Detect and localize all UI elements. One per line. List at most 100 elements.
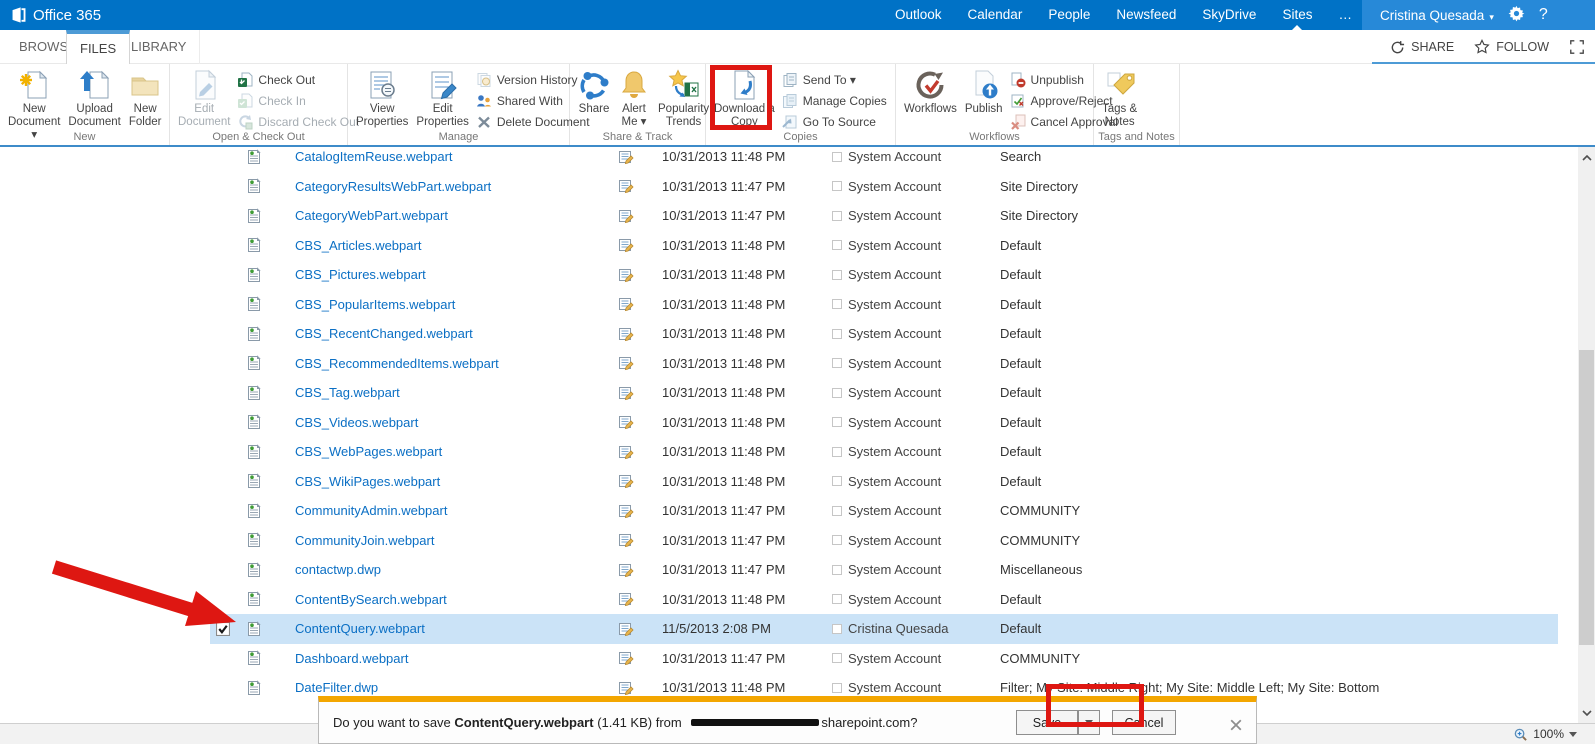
file-name-link[interactable]: Dashboard.webpart xyxy=(295,651,408,666)
file-name-link[interactable]: CBS_RecommendedItems.webpart xyxy=(295,356,499,371)
file-name-link[interactable]: ContentQuery.webpart xyxy=(295,621,425,636)
share-action[interactable]: SHARE xyxy=(1390,40,1454,55)
tags-notes-button[interactable]: Tags & Notes xyxy=(1098,66,1141,129)
suite-nav-calendar[interactable]: Calendar xyxy=(968,0,1023,30)
modified-date: 10/31/2013 11:48 PM xyxy=(662,680,786,696)
suite-nav-skydrive[interactable]: SkyDrive xyxy=(1202,0,1256,30)
vertical-scrollbar[interactable] xyxy=(1578,147,1595,723)
file-row[interactable]: CatalogItemReuse.webpart 10/31/2013 11:4… xyxy=(210,147,1558,172)
file-name-link[interactable]: CBS_Videos.webpart xyxy=(295,415,418,430)
button-label: Popularity Trends xyxy=(658,103,710,128)
file-row[interactable]: CBS_PopularItems.webpart 10/31/2013 11:4… xyxy=(210,290,1558,320)
gear-icon[interactable] xyxy=(1508,5,1525,25)
file-name-link[interactable]: CBS_PopularItems.webpart xyxy=(295,297,455,312)
manage-copies-button[interactable]: Manage Copies xyxy=(779,92,890,110)
compliance-icon xyxy=(618,414,636,430)
file-row[interactable]: CBS_RecommendedItems.webpart 10/31/2013 … xyxy=(210,349,1558,379)
workflows-button[interactable]: Workflows xyxy=(900,66,961,116)
go-to-source-button[interactable]: Go To Source xyxy=(779,113,890,131)
file-name-link[interactable]: ContentBySearch.webpart xyxy=(295,592,447,607)
view-properties-button[interactable]: View Properties xyxy=(352,66,412,129)
modified-date: 10/31/2013 11:48 PM xyxy=(662,355,786,371)
file-row[interactable]: CBS_Videos.webpart 10/31/2013 11:48 PM S… xyxy=(210,408,1558,438)
download-a-copy-button[interactable]: Download a Copy xyxy=(710,66,779,129)
file-name-link[interactable]: DateFilter.dwp xyxy=(295,680,378,695)
office365-brand[interactable]: Office 365 xyxy=(10,6,101,24)
cancel-button[interactable]: Cancel xyxy=(1112,710,1176,735)
follow-action[interactable]: FOLLOW xyxy=(1474,39,1549,55)
file-row[interactable]: CBS_Tag.webpart 10/31/2013 11:48 PM Syst… xyxy=(210,378,1558,408)
share-button[interactable]: Share xyxy=(574,66,614,116)
file-name-link[interactable]: CBS_WebPages.webpart xyxy=(295,444,442,459)
file-name-link[interactable]: CommunityAdmin.webpart xyxy=(295,503,447,518)
file-row[interactable]: CBS_RecentChanged.webpart 10/31/2013 11:… xyxy=(210,319,1558,349)
send-to-button[interactable]: Send To ▾ xyxy=(779,71,890,89)
file-name-link[interactable]: CBS_WikiPages.webpart xyxy=(295,474,440,489)
file-row[interactable]: CategoryResultsWebPart.webpart 10/31/201… xyxy=(210,172,1558,202)
file-row[interactable]: ContentBySearch.webpart 10/31/2013 11:48… xyxy=(210,585,1558,615)
scroll-down-icon[interactable] xyxy=(1578,704,1595,721)
save-options-caret[interactable] xyxy=(1078,710,1100,735)
suite-nav-newsfeed[interactable]: Newsfeed xyxy=(1116,0,1176,30)
file-name-link[interactable]: CBS_RecentChanged.webpart xyxy=(295,326,473,341)
edit-document-button[interactable]: Edit Document xyxy=(174,66,234,129)
checkbox-unchecked-icon xyxy=(832,299,842,310)
file-name-link[interactable]: CategoryWebPart.webpart xyxy=(295,208,448,223)
follow-star-icon xyxy=(1474,39,1490,54)
file-name-link[interactable]: CBS_Pictures.webpart xyxy=(295,267,426,282)
file-name-link[interactable]: CBS_Articles.webpart xyxy=(295,238,421,253)
file-row[interactable]: CBS_Pictures.webpart 10/31/2013 11:48 PM… xyxy=(210,260,1558,290)
scrollbar-thumb[interactable] xyxy=(1579,350,1594,645)
file-row[interactable]: CommunityAdmin.webpart 10/31/2013 11:47 … xyxy=(210,496,1558,526)
edit-properties-button[interactable]: Edit Properties xyxy=(412,66,472,129)
file-name-link[interactable]: CatalogItemReuse.webpart xyxy=(295,149,453,164)
publish-button[interactable]: Publish xyxy=(961,66,1007,116)
file-name-link[interactable]: contactwp.dwp xyxy=(295,562,381,577)
file-row[interactable]: CategoryWebPart.webpart 10/31/2013 11:47… xyxy=(210,201,1558,231)
file-row[interactable]: CBS_WebPages.webpart 10/31/2013 11:48 PM… xyxy=(210,437,1558,467)
alert-me-button[interactable]: Alert Me ▾ xyxy=(614,66,654,129)
scroll-up-icon[interactable] xyxy=(1578,149,1595,166)
save-button[interactable]: Save xyxy=(1016,710,1078,735)
suite-nav-sites[interactable]: Sites xyxy=(1282,0,1312,30)
close-icon[interactable] xyxy=(1230,718,1242,731)
button-label: Discard Check Out xyxy=(258,115,360,129)
zoom-control[interactable]: 100% xyxy=(1513,724,1577,744)
checkbox-unchecked-icon xyxy=(832,181,842,192)
suite-nav-outlook[interactable]: Outlook xyxy=(895,0,942,30)
focus-mode-button[interactable] xyxy=(1569,39,1585,55)
check-out-button[interactable]: Check Out xyxy=(234,71,362,89)
compliance-icon xyxy=(618,591,636,607)
file-row[interactable]: Dashboard.webpart 10/31/2013 11:47 PM Sy… xyxy=(210,644,1558,674)
compliance-icon xyxy=(618,208,636,224)
file-row[interactable]: contactwp.dwp 10/31/2013 11:47 PM System… xyxy=(210,555,1558,585)
ribbon-small-button-stack: Send To ▾ Manage Copies Go To Source xyxy=(779,66,890,131)
delete-document-icon xyxy=(476,114,492,130)
share-icon xyxy=(578,69,610,101)
checkbox-unchecked-icon xyxy=(832,476,842,487)
suite-nav-people[interactable]: People xyxy=(1048,0,1090,30)
popularity-trends-button[interactable]: Popularity Trends xyxy=(654,66,713,129)
popularity-trends-icon xyxy=(668,69,700,101)
discard-check-out-button[interactable]: Discard Check Out xyxy=(234,113,362,131)
suite-nav-overflow[interactable]: … xyxy=(1338,0,1352,30)
file-name-link[interactable]: CBS_Tag.webpart xyxy=(295,385,400,400)
user-menu[interactable]: Cristina Quesada ▾ xyxy=(1380,8,1494,23)
file-row[interactable]: CommunityJoin.webpart 10/31/2013 11:47 P… xyxy=(210,526,1558,556)
check-in-icon xyxy=(237,93,253,109)
file-row[interactable]: CBS_Articles.webpart 10/31/2013 11:48 PM… xyxy=(210,231,1558,261)
modified-date: 10/31/2013 11:48 PM xyxy=(662,414,786,430)
file-row[interactable]: ContentQuery.webpart 11/5/2013 2:08 PM C… xyxy=(210,614,1558,644)
file-name-link[interactable]: CommunityJoin.webpart xyxy=(295,533,434,548)
file-name-link[interactable]: CategoryResultsWebPart.webpart xyxy=(295,179,491,194)
new-folder-button[interactable]: New Folder xyxy=(125,66,166,129)
help-button[interactable]: ? xyxy=(1539,6,1548,24)
tab-library[interactable]: LIBRARY xyxy=(118,30,201,64)
file-row[interactable]: CBS_WikiPages.webpart 10/31/2013 11:48 P… xyxy=(210,467,1558,497)
webpart-file-icon xyxy=(246,444,264,460)
upload-document-button[interactable]: Upload Document xyxy=(64,66,124,129)
ribbon-group-label: Workflows xyxy=(969,131,1020,143)
check-in-button[interactable]: Check In xyxy=(234,92,362,110)
row-checkbox[interactable] xyxy=(216,621,232,636)
category: Miscellaneous xyxy=(1000,562,1083,578)
